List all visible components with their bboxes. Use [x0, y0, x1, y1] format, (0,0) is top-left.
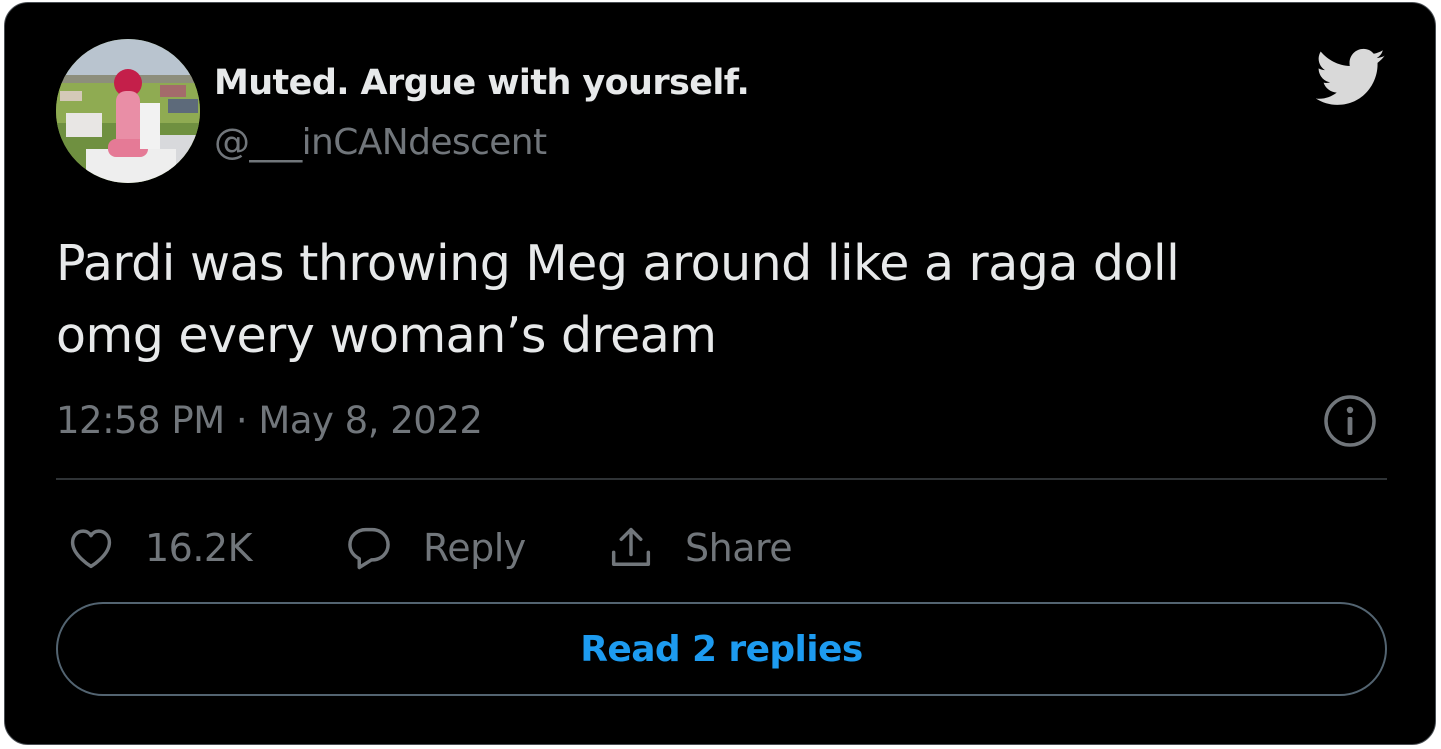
avatar[interactable]: [56, 39, 200, 183]
like-count: 16.2K: [145, 526, 253, 570]
read-replies-button[interactable]: Read 2 replies: [56, 602, 1387, 696]
like-button[interactable]: 16.2K: [65, 513, 253, 583]
tweet-text-line: Pardi was throwing Meg around like a rag…: [56, 235, 1180, 292]
tweet-text-line: omg every woman’s dream: [56, 307, 717, 364]
avatar-photo: [56, 39, 200, 183]
share-label: Share: [685, 526, 793, 570]
reply-label: Reply: [423, 526, 526, 570]
info-icon[interactable]: [1323, 394, 1377, 448]
display-name[interactable]: Muted. Argue with yourself.: [214, 63, 750, 103]
share-button[interactable]: Share: [605, 513, 793, 583]
heart-icon: [70, 529, 112, 569]
user-handle[interactable]: @___inCANdescent: [214, 122, 547, 163]
tweet-card: Muted. Argue with yourself. @___inCANdes…: [4, 2, 1436, 745]
reply-button[interactable]: Reply: [343, 513, 526, 583]
twitter-bird-icon[interactable]: [1316, 47, 1386, 109]
divider: [56, 478, 1387, 480]
timestamp[interactable]: 12:58 PM · May 8, 2022: [56, 399, 483, 442]
read-replies-label: Read 2 replies: [580, 628, 863, 670]
tweet-text: Pardi was throwing Meg around like a rag…: [56, 228, 1396, 372]
share-upload-icon: [611, 527, 651, 566]
speech-bubble-icon: [348, 527, 390, 570]
